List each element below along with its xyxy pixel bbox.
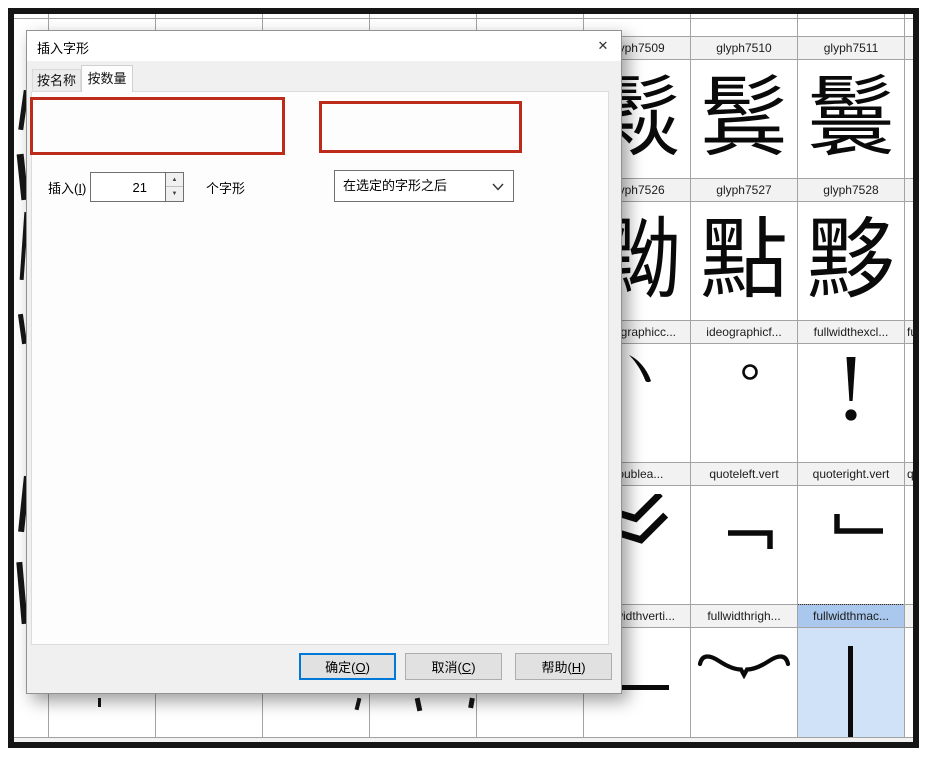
cancel-button[interactable]: 取消(C) xyxy=(405,653,502,680)
glyph-cell-label: fu xyxy=(904,320,919,344)
spinner-down-button[interactable]: ▼ xyxy=(166,187,183,201)
glyph-cell-label: glyph7510 xyxy=(690,36,798,60)
glyph-cell[interactable]: glyph7510 鬂 xyxy=(690,36,798,178)
glyph-cell-label: glyph7511 xyxy=(797,36,905,60)
insert-position-select[interactable]: 在选定的字形之后 xyxy=(334,170,514,202)
glyph-cell-selected[interactable]: fullwidthmac... xyxy=(797,604,905,746)
tab-by-name[interactable]: 按名称 xyxy=(32,69,81,91)
insert-count-stepper: ▲ ▼ xyxy=(165,172,184,202)
dialog-titlebar[interactable]: 插入字形 ✕ xyxy=(27,31,621,61)
glyph-cell[interactable] xyxy=(904,604,919,746)
glyph-cell[interactable]: glyph7511 鬟 xyxy=(797,36,905,178)
close-button[interactable]: ✕ xyxy=(591,35,615,57)
grid-next-row-sliver xyxy=(14,737,913,743)
insert-count-input[interactable] xyxy=(90,172,166,202)
grid-line xyxy=(690,14,691,742)
insert-glyphs-dialog: 插入字形 ✕ 按名称 按数量 插入(I) ▲ ▼ 个字形 在选定的字形之后 xyxy=(26,30,622,694)
glyph-cell[interactable]: quoteleft.vert xyxy=(690,462,798,604)
glyph-cell-label: fullwidthrigh... xyxy=(690,604,798,628)
partial-glyph-fragment xyxy=(468,698,475,709)
glyph-cell[interactable]: quoteright.vert xyxy=(797,462,905,604)
glyph-cell-label: glyph7528 xyxy=(797,178,905,202)
tab-page-by-count: 插入(I) ▲ ▼ 个字形 在选定的字形之后 xyxy=(31,91,609,645)
glyph-cell[interactable]: glyph7528 黟 xyxy=(797,178,905,320)
spinner-down-icon: ▼ xyxy=(172,191,178,197)
screenshot-frame: glyph7509 鬏 glyph7510 鬂 glyph7511 鬟 glyp… xyxy=(8,8,919,748)
quoteright-vert-icon xyxy=(834,514,884,536)
glyph-cell-label xyxy=(904,36,919,60)
glyph-cell[interactable]: qu xyxy=(904,462,919,604)
glyph-image: 鬂 xyxy=(690,60,798,178)
grid-line xyxy=(904,14,905,742)
quoteleft-vert-icon xyxy=(728,530,774,550)
glyph-image: 鬟 xyxy=(797,60,905,178)
insert-count-label: 插入(I) xyxy=(48,178,86,197)
ok-button[interactable]: 确定(O) xyxy=(299,653,396,680)
help-button[interactable]: 帮助(H) xyxy=(515,653,612,680)
close-icon: ✕ xyxy=(598,38,609,53)
partial-glyph-fragment xyxy=(355,698,362,711)
partial-glyph-fragment xyxy=(98,698,101,707)
glyph-cell[interactable]: fu xyxy=(904,320,919,462)
glyph-cell[interactable] xyxy=(904,178,919,320)
glyph-image: 點 xyxy=(690,202,798,320)
dialog-title: 插入字形 xyxy=(37,38,89,57)
glyph-cell[interactable]: fullwidthexcl... xyxy=(797,320,905,462)
ideographic-fullstop-icon xyxy=(741,363,759,381)
glyph-cell[interactable]: glyph7527 點 xyxy=(690,178,798,320)
curly-brace-vert-icon xyxy=(697,651,791,679)
vertical-bar-glyph xyxy=(848,646,853,744)
glyph-unit-label: 个字形 xyxy=(206,178,245,197)
glyph-cell-label: glyph7527 xyxy=(690,178,798,202)
grid-line xyxy=(14,18,913,19)
spinner-up-button[interactable]: ▲ xyxy=(166,173,183,187)
grid-line xyxy=(797,14,798,742)
chevron-down-icon xyxy=(492,183,504,191)
glyph-cell-label xyxy=(904,604,919,628)
glyph-cell[interactable]: ideographicf... xyxy=(690,320,798,462)
ideographic-comma-icon xyxy=(628,354,654,384)
fullwidth-exclam-icon xyxy=(843,357,859,425)
glyph-cell[interactable]: fullwidthrigh... xyxy=(690,604,798,746)
glyph-cell-label: ideographicf... xyxy=(690,320,798,344)
glyph-cell-label: quoteright.vert xyxy=(797,462,905,486)
glyph-image: 黟 xyxy=(797,202,905,320)
glyph-cell-label: quoteleft.vert xyxy=(690,462,798,486)
glyph-cell-label xyxy=(904,178,919,202)
glyph-cell-label: qu xyxy=(904,462,919,486)
insert-position-value: 在选定的字形之后 xyxy=(343,178,447,193)
glyph-cell[interactable] xyxy=(904,36,919,178)
spinner-up-icon: ▲ xyxy=(172,177,178,183)
glyph-cell-label: fullwidthmac... xyxy=(797,604,905,628)
partial-glyph-fragment xyxy=(415,698,423,712)
tab-by-count[interactable]: 按数量 xyxy=(81,65,133,92)
glyph-cell-label: fullwidthexcl... xyxy=(797,320,905,344)
